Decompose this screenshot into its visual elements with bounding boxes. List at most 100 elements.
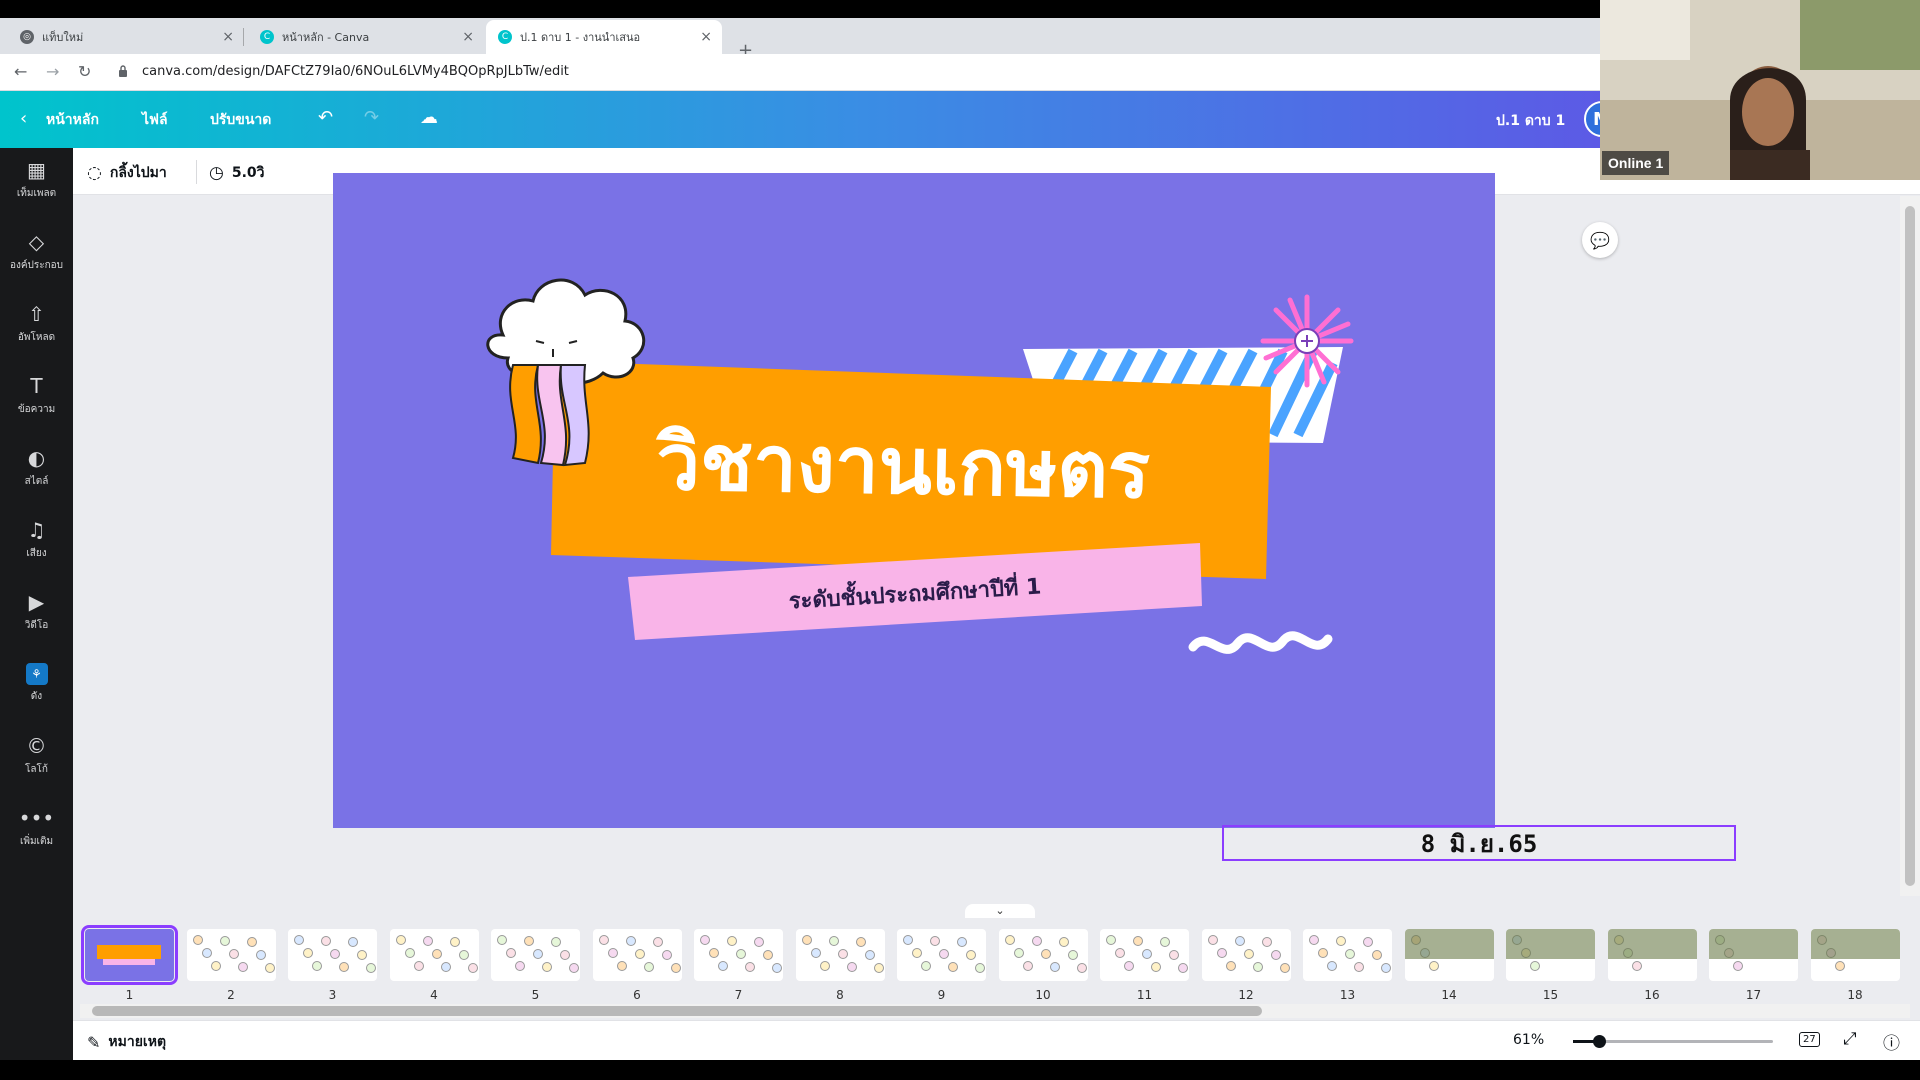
notes-button[interactable]: ✎ หมายเหตุ <box>87 1031 166 1053</box>
close-icon[interactable]: × <box>462 29 474 45</box>
page-thumbnail[interactable] <box>1709 929 1798 981</box>
sidebar-item-logos[interactable]: © โลโก้ <box>0 724 73 786</box>
music-icon: ♫ <box>27 517 46 542</box>
elements-icon: ◇ <box>28 229 45 254</box>
resize-button[interactable]: ปรับขนาด <box>210 109 271 131</box>
chevron-left-icon: ‹ <box>20 108 28 129</box>
sidebar-item-audio[interactable]: ♫ เสียง <box>0 508 73 570</box>
back-icon[interactable]: ← <box>14 62 27 81</box>
canva-icon: C <box>498 30 512 44</box>
page-thumbnail[interactable] <box>998 929 1088 981</box>
page-number: 14 <box>1441 988 1457 1002</box>
sidebar-item-uploads[interactable]: ⇧ อัพโหลด <box>0 292 73 354</box>
page-thumbnail[interactable] <box>694 929 783 981</box>
vertical-scrollbar[interactable] <box>1900 196 1920 896</box>
help-icon[interactable]: ⓘ <box>1883 1029 1900 1054</box>
page-number: 6 <box>633 988 641 1002</box>
page-thumbnail[interactable] <box>1607 929 1697 981</box>
page-thumbnail[interactable] <box>1303 929 1392 981</box>
page-number: 2 <box>227 988 235 1002</box>
undo-icon[interactable]: ↶ <box>318 107 333 128</box>
forward-icon[interactable]: → <box>46 62 59 81</box>
tab-title: แท็บใหม่ <box>42 31 84 44</box>
page-number: 12 <box>1238 988 1254 1002</box>
zoom-slider[interactable] <box>1573 1035 1773 1048</box>
browser-tab-active[interactable]: C ป.1 ดาบ 1 - งานนำเสนอ × <box>486 20 722 54</box>
fullscreen-icon[interactable]: ⤢ <box>1843 1029 1857 1049</box>
sidebar-item-templates[interactable]: ▦ เท็มเพลต <box>0 148 73 210</box>
canva-icon: C <box>260 30 274 44</box>
video-icon: ▶ <box>28 589 45 614</box>
page-thumbnail[interactable] <box>1810 929 1900 981</box>
logo-icon: © <box>26 733 47 758</box>
file-menu-button[interactable]: ไฟล์ <box>142 109 168 131</box>
slide-title[interactable]: วิชางานเกษตร <box>654 418 1150 517</box>
notes-icon: ✎ <box>87 1032 101 1052</box>
page-number: 17 <box>1745 988 1762 1002</box>
sidebar-item-elements[interactable]: ◇ องค์ประกอบ <box>0 220 73 282</box>
page-number: 5 <box>531 988 540 1002</box>
url-field[interactable]: canva.com/design/DAFCtZ79Ia0/6NOuL6LVMy4… <box>142 64 569 79</box>
page-number: 15 <box>1542 988 1559 1002</box>
duration-button[interactable]: ◷ 5.0วิ <box>209 162 265 184</box>
reload-icon[interactable]: ↻ <box>78 62 91 81</box>
page-thumbnail[interactable] <box>1506 929 1595 981</box>
slide-artwork: วิชางานเกษตร ระดับชั้นประถมศึกษาปีที่ 1 <box>486 278 1354 654</box>
page-thumbnail[interactable] <box>186 929 276 981</box>
webcam-overlay: Online 1 <box>1600 0 1920 180</box>
sidebar-item-apps[interactable]: ⚘ ดัง <box>0 652 73 714</box>
page-number: 18 <box>1847 988 1863 1002</box>
tab-title: หน้าหลัก - Canva <box>282 31 370 44</box>
sidebar-item-more[interactable]: ••• เพิ่มเติม <box>0 796 73 858</box>
squiggle-decoration <box>1188 631 1333 654</box>
apps-icon: ⚘ <box>25 662 48 685</box>
page-number: 7 <box>734 988 743 1002</box>
page-numbers: 1 2 3 4 5 6 7 8 9 10 11 12 13 14 15 16 17 18 <box>85 988 1912 1002</box>
page-thumbnail[interactable] <box>1404 929 1494 981</box>
page-thumbnail[interactable] <box>288 929 377 981</box>
document-title[interactable]: ป.1 ดาบ 1 <box>1496 110 1565 132</box>
page-thumbnail[interactable] <box>389 929 479 981</box>
home-button[interactable]: หน้าหลัก <box>46 109 99 131</box>
horizontal-scrollbar[interactable] <box>80 1004 1910 1018</box>
page-thumbnail[interactable] <box>81 925 178 985</box>
upload-icon: ⇧ <box>28 301 45 326</box>
redo-icon[interactable]: ↷ <box>364 107 379 128</box>
bottom-bar: ✎ หมายเหตุ 61% 27 ⤢ ⓘ <box>73 1020 1920 1060</box>
comment-plus-icon: 💬 <box>1590 230 1610 250</box>
zoom-level[interactable]: 61% <box>1513 1032 1544 1048</box>
tab-title: ป.1 ดาบ 1 - งานนำเสนอ <box>520 31 641 44</box>
page-number: 13 <box>1339 988 1356 1002</box>
page-thumbnail[interactable] <box>1201 929 1291 981</box>
flower-decoration <box>1260 294 1354 388</box>
browser-tab[interactable]: ◎ แท็บใหม่ × <box>8 20 244 54</box>
text-icon: T <box>30 373 43 398</box>
collapse-pages-button[interactable]: ⌄ <box>965 904 1035 918</box>
page-thumbnail[interactable] <box>795 929 885 981</box>
page-thumbnail[interactable] <box>491 929 580 981</box>
page-number: 3 <box>328 988 337 1002</box>
screen: ◎ แท็บใหม่ × C หน้าหลัก - Canva × C ป.1 … <box>0 0 1920 1080</box>
zoom-slider-handle[interactable] <box>1593 1035 1606 1048</box>
add-comment-button[interactable]: 💬 <box>1582 222 1618 258</box>
page-number: 9 <box>937 988 946 1002</box>
date-text-box[interactable]: 8 มิ.ย.65 <box>1222 825 1736 861</box>
palette-icon: ◐ <box>27 445 46 470</box>
slide-canvas[interactable]: วิชางานเกษตร ระดับชั้นประถมศึกษาปีที่ 1 <box>333 173 1495 828</box>
more-icon: ••• <box>18 805 55 830</box>
close-icon[interactable]: × <box>222 29 234 45</box>
animate-button[interactable]: ◌ กลิ้งไปมา <box>87 162 167 184</box>
page-number: 1 <box>125 988 134 1002</box>
page-number: 4 <box>430 988 438 1002</box>
sidebar-item-styles[interactable]: ◐ สไตล์ <box>0 436 73 498</box>
browser-tab[interactable]: C หน้าหลัก - Canva × <box>248 20 484 54</box>
page-count-button[interactable]: 27 <box>1799 1032 1820 1047</box>
cloud-save-icon[interactable]: ☁ <box>420 107 438 128</box>
sidebar-item-videos[interactable]: ▶ วิดีโอ <box>0 580 73 642</box>
page-number: 11 <box>1136 988 1153 1002</box>
page-thumbnail[interactable] <box>592 929 682 981</box>
page-thumbnail[interactable] <box>1100 929 1189 981</box>
close-icon[interactable]: × <box>700 29 712 45</box>
page-thumbnail[interactable] <box>897 929 986 981</box>
sidebar-item-text[interactable]: T ข้อความ <box>0 364 73 426</box>
